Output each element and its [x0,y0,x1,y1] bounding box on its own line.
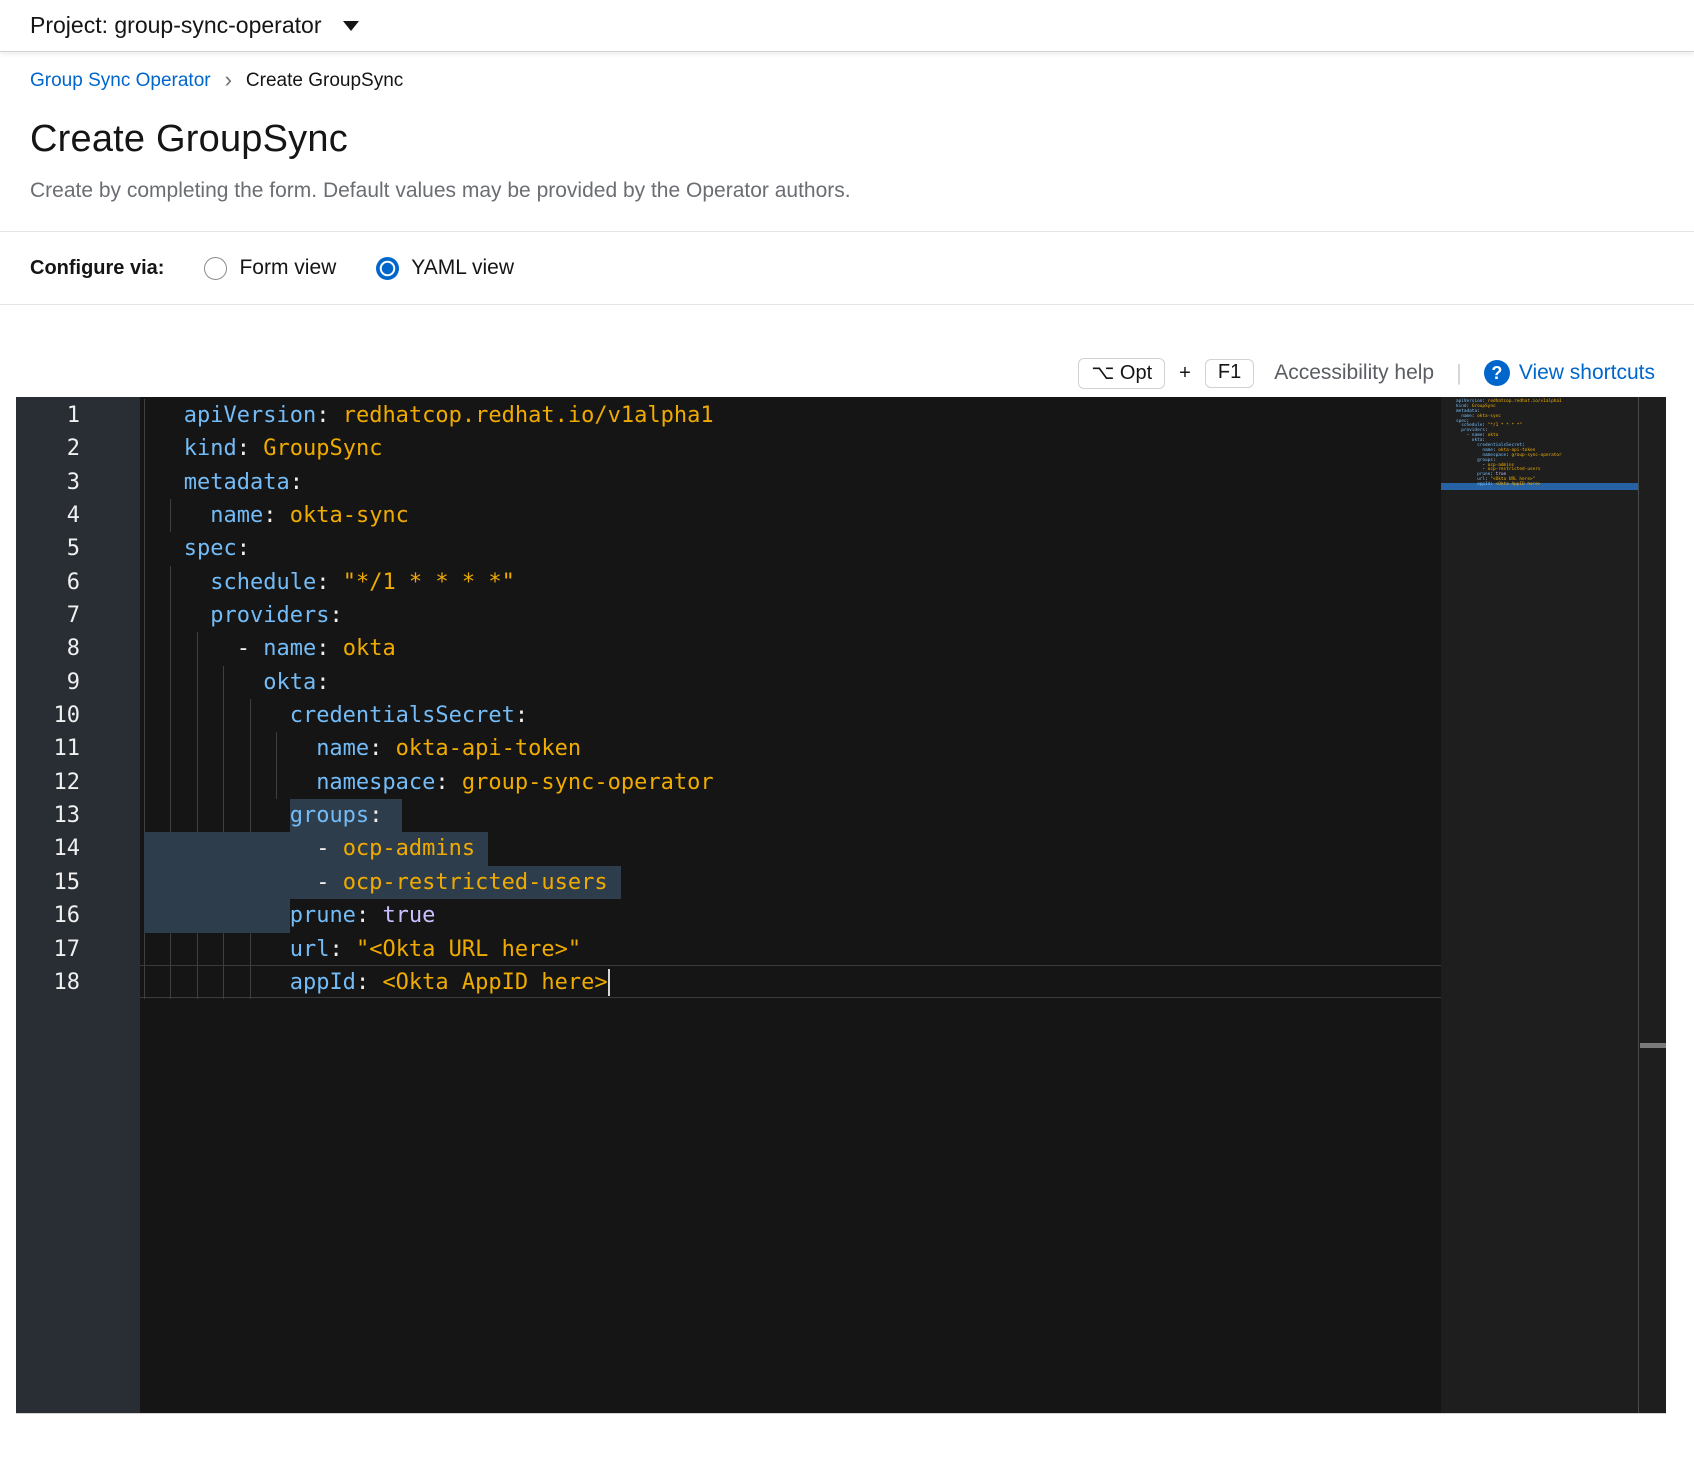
code-line[interactable]: url: "<Okta URL here>" [140,933,1441,966]
editor-gutter: 123456789101112131415161718 [16,397,140,1413]
radio-yaml-view-label: YAML view [411,256,514,280]
code-line[interactable]: metadata: [140,466,1441,499]
code-line[interactable]: groups: [140,799,1441,832]
view-shortcuts-label: View shortcuts [1519,361,1655,385]
keycap-f1: F1 [1205,359,1254,388]
line-number: 14 [16,832,80,865]
breadcrumb-link-operator[interactable]: Group Sync Operator [30,70,211,92]
line-number: 15 [16,866,80,899]
line-numbers: 123456789101112131415161718 [16,399,80,999]
project-value: group-sync-operator [114,12,321,38]
code-line[interactable]: okta: [140,666,1441,699]
line-number: 1 [16,399,80,432]
line-number: 12 [16,766,80,799]
code-line[interactable]: schedule: "*/1 * * * *" [140,566,1441,599]
code-line[interactable]: kind: GroupSync [140,432,1441,465]
page-title: Create GroupSync [30,118,1664,161]
code-line[interactable]: prune: true [140,899,1441,932]
page-header: Create GroupSync Create by completing th… [0,106,1694,203]
view-shortcuts-link[interactable]: ? View shortcuts [1484,360,1655,386]
breadcrumb-separator-icon: › [225,69,232,91]
editor-toolbar: ⌥ Opt + F1 Accessibility help | ? View s… [0,355,1655,391]
code-line[interactable]: - ocp-admins [140,832,1441,865]
help-circle-icon: ? [1484,360,1510,386]
accessibility-help-link[interactable]: Accessibility help [1274,361,1434,385]
overview-ruler[interactable] [1638,397,1666,1413]
project-label: Project: group-sync-operator [30,12,321,39]
radio-form-view-label: Form view [239,256,336,280]
project-selector[interactable]: Project: group-sync-operator [0,0,1694,52]
line-number: 4 [16,499,80,532]
divider [0,304,1694,305]
line-number: 16 [16,899,80,932]
radio-unchecked-icon[interactable] [204,257,227,280]
line-number: 7 [16,599,80,632]
yaml-editor[interactable]: 123456789101112131415161718 apiVersion: … [16,397,1666,1414]
radio-checked-icon[interactable] [376,257,399,280]
keycap-opt: ⌥ Opt [1078,358,1165,389]
configure-via-group: Configure via: Form view YAML view [0,232,1694,304]
overview-ruler-cursor-marker [1640,1043,1666,1048]
radio-form-view[interactable]: Form view [204,256,336,280]
line-number: 2 [16,432,80,465]
editor-lines[interactable]: apiVersion: redhatcop.redhat.io/v1alpha1… [140,399,1441,999]
breadcrumb: Group Sync Operator › Create GroupSync [0,52,1694,106]
code-line[interactable]: - name: okta [140,632,1441,665]
code-line[interactable]: name: okta-api-token [140,732,1441,765]
editor-minimap[interactable]: apiVersion: redhatcop.redhat.io/v1alpha1… [1441,397,1638,1413]
line-number: 17 [16,933,80,966]
page-description: Create by completing the form. Default v… [30,179,1664,203]
code-line[interactable]: apiVersion: redhatcop.redhat.io/v1alpha1 [140,399,1441,432]
code-line[interactable]: appId: <Okta AppID here> [140,966,1441,999]
line-number: 13 [16,799,80,832]
line-number: 5 [16,532,80,565]
code-line[interactable]: credentialsSecret: [140,699,1441,732]
radio-yaml-view[interactable]: YAML view [376,256,514,280]
line-number: 3 [16,466,80,499]
minimap-lines: apiVersion: redhatcop.redhat.io/v1alpha1… [1448,400,1562,488]
plus-sign: + [1179,362,1191,385]
line-number: 18 [16,966,80,999]
line-number: 10 [16,699,80,732]
code-line[interactable]: name: okta-sync [140,499,1441,532]
code-line[interactable]: spec: [140,532,1441,565]
code-line[interactable]: - ocp-restricted-users [140,866,1441,899]
line-number: 6 [16,566,80,599]
breadcrumb-current: Create GroupSync [246,70,403,92]
text-cursor [608,969,610,996]
chevron-down-icon [343,21,359,31]
line-number: 11 [16,732,80,765]
code-line[interactable]: providers: [140,599,1441,632]
line-number: 9 [16,666,80,699]
configure-via-label: Configure via: [30,257,164,280]
code-line[interactable]: namespace: group-sync-operator [140,766,1441,799]
toolbar-divider: | [1456,360,1462,386]
line-number: 8 [16,632,80,665]
